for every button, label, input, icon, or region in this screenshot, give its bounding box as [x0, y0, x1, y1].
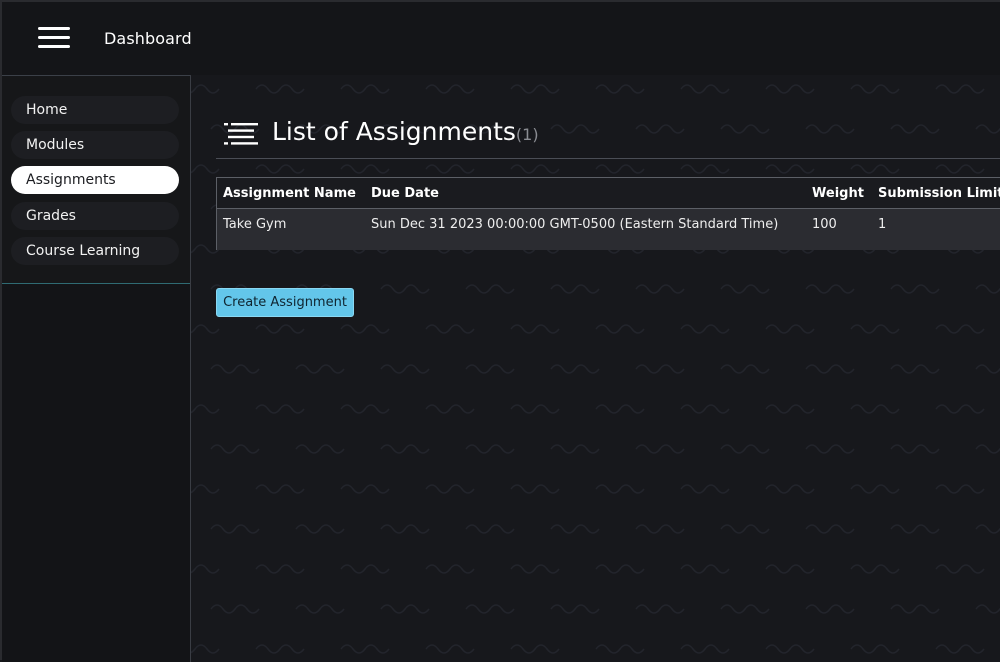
table-row[interactable]: Take Gym Sun Dec 31 2023 00:00:00 GMT-05… — [217, 209, 1000, 250]
sidebar-nav: Home Modules Assignments Grades Course L… — [2, 75, 190, 284]
sidebar-item-course-learning[interactable]: Course Learning — [11, 237, 179, 265]
hamburger-icon[interactable] — [38, 27, 70, 49]
assignment-count: (1) — [515, 125, 539, 144]
sidebar: Home Modules Assignments Grades Course L… — [2, 75, 191, 662]
column-header-assignment-name[interactable]: Assignment Name — [223, 186, 356, 201]
assignment-name-cell[interactable]: Take Gym — [223, 217, 286, 232]
column-header-weight[interactable]: Weight — [812, 186, 864, 201]
background-pattern — [191, 84, 1000, 654]
column-header-submission-limit[interactable]: Submission Limit — [878, 186, 1000, 201]
top-bar: Dashboard — [2, 2, 1000, 75]
submission-limit-cell: 1 — [878, 217, 887, 232]
app-title: Dashboard — [104, 29, 192, 48]
assignments-table: Assignment Name Due Date Weight Submissi… — [216, 177, 1000, 250]
table-header: Assignment Name Due Date Weight Submissi… — [217, 178, 1000, 209]
page-title-text: List of Assignments — [272, 117, 516, 146]
sidebar-item-home[interactable]: Home — [11, 96, 179, 124]
list-icon — [224, 123, 258, 145]
page-title: List of Assignments(1) — [272, 117, 539, 146]
weight-cell: 100 — [812, 217, 837, 232]
main-content: List of Assignments(1) Assignment Name D… — [191, 75, 1000, 662]
due-date-cell: Sun Dec 31 2023 00:00:00 GMT-0500 (Easte… — [371, 217, 779, 232]
sidebar-item-assignments[interactable]: Assignments — [11, 166, 179, 194]
app-frame: Dashboard Home Modules Assignments Grade… — [0, 0, 1000, 662]
sidebar-item-grades[interactable]: Grades — [11, 202, 179, 230]
create-assignment-button[interactable]: Create Assignment — [216, 288, 354, 317]
title-divider — [216, 158, 1000, 159]
column-header-due-date[interactable]: Due Date — [371, 186, 439, 201]
sidebar-item-modules[interactable]: Modules — [11, 131, 179, 159]
